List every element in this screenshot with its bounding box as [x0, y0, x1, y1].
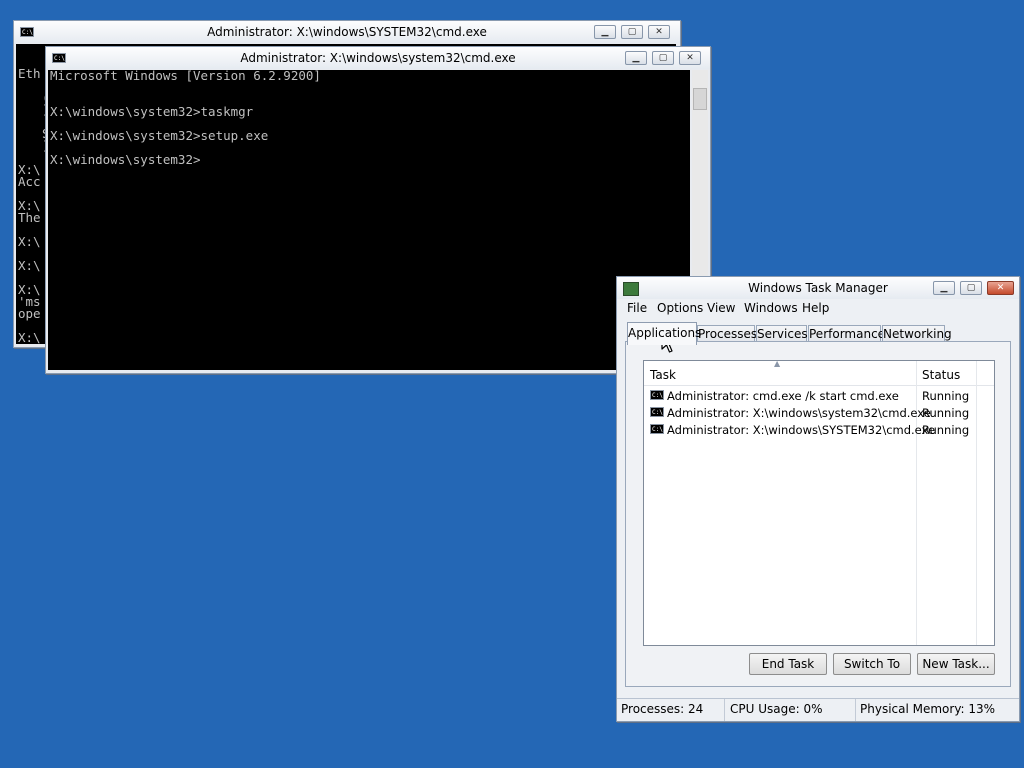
- column-divider[interactable]: [916, 361, 917, 645]
- close-icon: ✕: [686, 53, 694, 63]
- menu-help[interactable]: Help: [802, 301, 829, 315]
- sort-arrow-icon: ▲: [774, 359, 781, 368]
- cmd-icon: C:\: [650, 424, 664, 434]
- maximize-button[interactable]: ▢: [652, 51, 674, 65]
- minimize-button[interactable]: ▁: [625, 51, 647, 65]
- cmd-icon: C:\: [650, 407, 664, 417]
- console-line: Eth: [18, 66, 41, 81]
- cmd-icon: C:\: [650, 390, 664, 400]
- maximize-button[interactable]: ▢: [621, 25, 643, 39]
- back-console-titlebar[interactable]: C:\ Administrator: X:\windows\SYSTEM32\c…: [14, 21, 680, 43]
- end-task-button[interactable]: End Task: [749, 653, 827, 675]
- task-status: Running: [922, 423, 970, 437]
- maximize-icon: ▢: [627, 27, 637, 37]
- menu-options[interactable]: Options: [657, 301, 703, 315]
- status-bar: Processes: 24 CPU Usage: 0% Physical Mem…: [617, 698, 1019, 721]
- console-line: ope: [18, 306, 41, 321]
- task-list-header: Task ▲ Status: [644, 359, 994, 386]
- applications-panel: Task ▲ Status C:\ Administrator: cmd.exe…: [625, 341, 1011, 687]
- task-status: Running: [922, 389, 970, 403]
- task-manager-titlebar[interactable]: Windows Task Manager ▁ ▢ ✕: [617, 277, 1019, 299]
- task-list[interactable]: Task ▲ Status C:\ Administrator: cmd.exe…: [643, 359, 995, 646]
- column-status[interactable]: Status: [922, 368, 960, 382]
- console-line: X:\windows\system32>: [50, 152, 201, 167]
- minimize-icon: ▁: [601, 27, 609, 37]
- console-line: Microsoft Windows [Version 6.2.9200]: [50, 70, 321, 83]
- close-icon: ✕: [655, 27, 663, 37]
- front-console-window[interactable]: C:\ Administrator: X:\windows\system32\c…: [45, 46, 711, 374]
- task-name: Administrator: X:\windows\SYSTEM32\cmd.e…: [667, 423, 936, 437]
- console-line: X:\windows\system32>setup.exe: [50, 128, 269, 143]
- console-line: X:\: [18, 258, 41, 273]
- close-button[interactable]: ✕: [648, 25, 670, 39]
- menu-windows[interactable]: Windows: [744, 301, 798, 315]
- console-line: X:\: [18, 234, 41, 249]
- menu-bar: File Options View Windows Help: [617, 301, 1019, 319]
- minimize-button[interactable]: ▁: [933, 281, 955, 295]
- front-console-title: Administrator: X:\windows\system32\cmd.e…: [240, 51, 516, 65]
- task-name: Administrator: cmd.exe /k start cmd.exe: [667, 389, 899, 403]
- maximize-button[interactable]: ▢: [960, 281, 982, 295]
- status-cpu: CPU Usage: 0%: [725, 699, 856, 721]
- close-icon: ✕: [996, 283, 1005, 293]
- maximize-icon: ▢: [966, 283, 976, 293]
- back-console-title: Administrator: X:\windows\SYSTEM32\cmd.e…: [207, 25, 487, 39]
- maximize-icon: ▢: [658, 53, 668, 63]
- column-task[interactable]: Task: [650, 368, 676, 382]
- minimize-button[interactable]: ▁: [594, 25, 616, 39]
- front-console-output[interactable]: Microsoft Windows [Version 6.2.9200] X:\…: [48, 70, 690, 370]
- new-task-button[interactable]: New Task...: [917, 653, 995, 675]
- task-name: Administrator: X:\windows\system32\cmd.e…: [667, 406, 931, 420]
- close-button[interactable]: ✕: [987, 281, 1014, 295]
- column-divider[interactable]: [976, 361, 977, 645]
- status-processes: Processes: 24: [617, 699, 725, 721]
- scroll-up-button[interactable]: [692, 70, 708, 86]
- task-manager-title: Windows Task Manager: [748, 281, 888, 295]
- task-manager-window[interactable]: Windows Task Manager ▁ ▢ ✕ File Options …: [616, 276, 1020, 722]
- tab-applications[interactable]: Applications: [627, 322, 701, 345]
- front-console-titlebar[interactable]: C:\ Administrator: X:\windows\system32\c…: [46, 47, 710, 69]
- minimize-icon: ▁: [632, 53, 640, 63]
- console-line: X:\windows\system32>taskmgr: [50, 104, 254, 119]
- console-line: Acc: [18, 174, 41, 189]
- menu-view[interactable]: View: [707, 301, 735, 315]
- console-line: X:\: [18, 330, 41, 344]
- status-memory: Physical Memory: 13%: [860, 702, 996, 716]
- close-button[interactable]: ✕: [679, 51, 701, 65]
- task-status: Running: [922, 406, 970, 420]
- switch-to-button[interactable]: Switch To: [833, 653, 911, 675]
- minimize-icon: ▁: [940, 283, 948, 293]
- menu-file[interactable]: File: [627, 301, 647, 315]
- console-line: The: [18, 210, 41, 225]
- scroll-thumb[interactable]: [693, 88, 707, 110]
